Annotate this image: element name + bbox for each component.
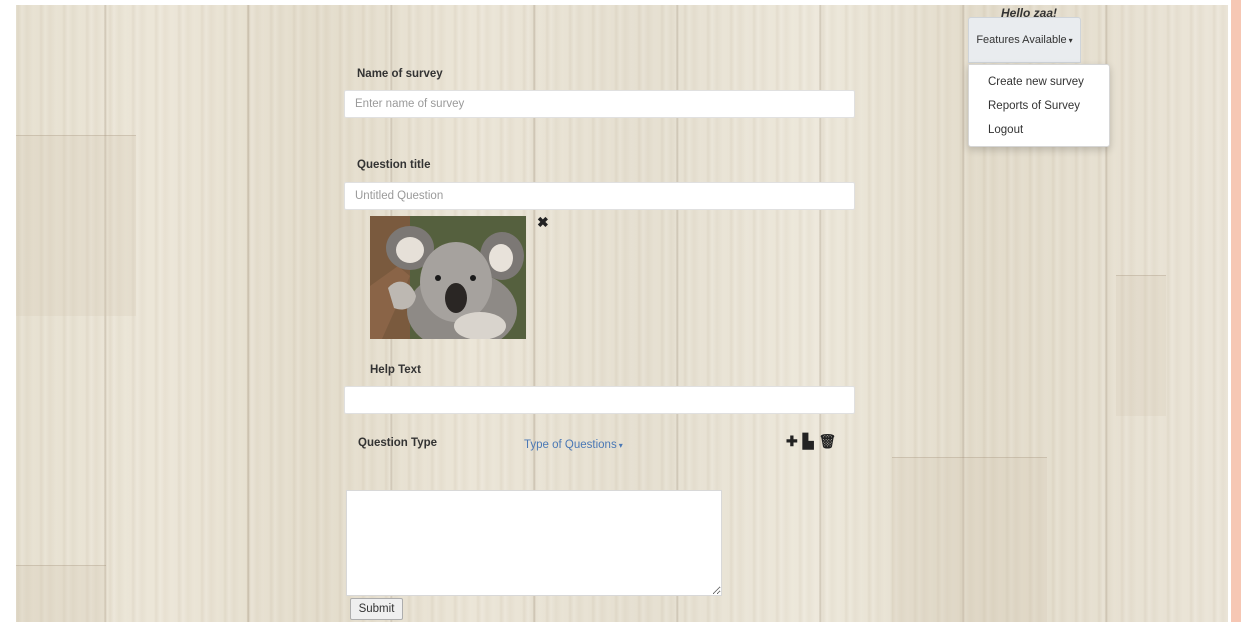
question-image — [370, 216, 526, 339]
plus-icon[interactable]: ✚ — [786, 433, 798, 450]
wood-plank — [1116, 275, 1166, 416]
answer-textarea[interactable] — [346, 490, 722, 596]
question-tools: ✚ ▙ 🗑 — [786, 433, 836, 450]
koala-image — [370, 216, 526, 339]
question-type-dropdown[interactable]: Type of Questions ▾ — [524, 439, 623, 451]
help-text-input[interactable] — [344, 386, 855, 414]
menu-item-logout[interactable]: Logout — [988, 124, 1023, 136]
wood-plank — [16, 135, 136, 316]
wood-plank — [16, 565, 106, 622]
features-dropdown-menu: Create new survey Reports of Survey Logo… — [968, 64, 1110, 147]
survey-name-label: Name of survey — [357, 68, 443, 80]
question-type-dropdown-label: Type of Questions — [524, 439, 617, 451]
left-border — [0, 0, 16, 622]
help-text-label: Help Text — [370, 364, 421, 376]
copy-icon[interactable]: ▙ — [803, 433, 814, 450]
caret-down-icon: ▾ — [1068, 35, 1073, 45]
menu-item-create-survey[interactable]: Create new survey — [988, 76, 1084, 88]
question-title-input[interactable] — [344, 182, 855, 210]
features-available-button[interactable]: Features Available ▾ — [968, 17, 1081, 63]
caret-down-icon: ▾ — [618, 441, 623, 450]
question-title-label: Question title — [357, 159, 431, 171]
submit-button[interactable]: Submit — [350, 598, 403, 620]
menu-item-reports[interactable]: Reports of Survey — [988, 100, 1080, 112]
trash-icon[interactable]: 🗑 — [819, 433, 837, 450]
remove-image-close-icon[interactable]: ✖ — [537, 214, 549, 231]
wood-plank — [892, 457, 1047, 622]
survey-name-input[interactable] — [344, 90, 855, 118]
question-type-label: Question Type — [358, 437, 438, 449]
features-button-label: Features Available — [976, 34, 1067, 46]
right-border — [1231, 0, 1241, 622]
